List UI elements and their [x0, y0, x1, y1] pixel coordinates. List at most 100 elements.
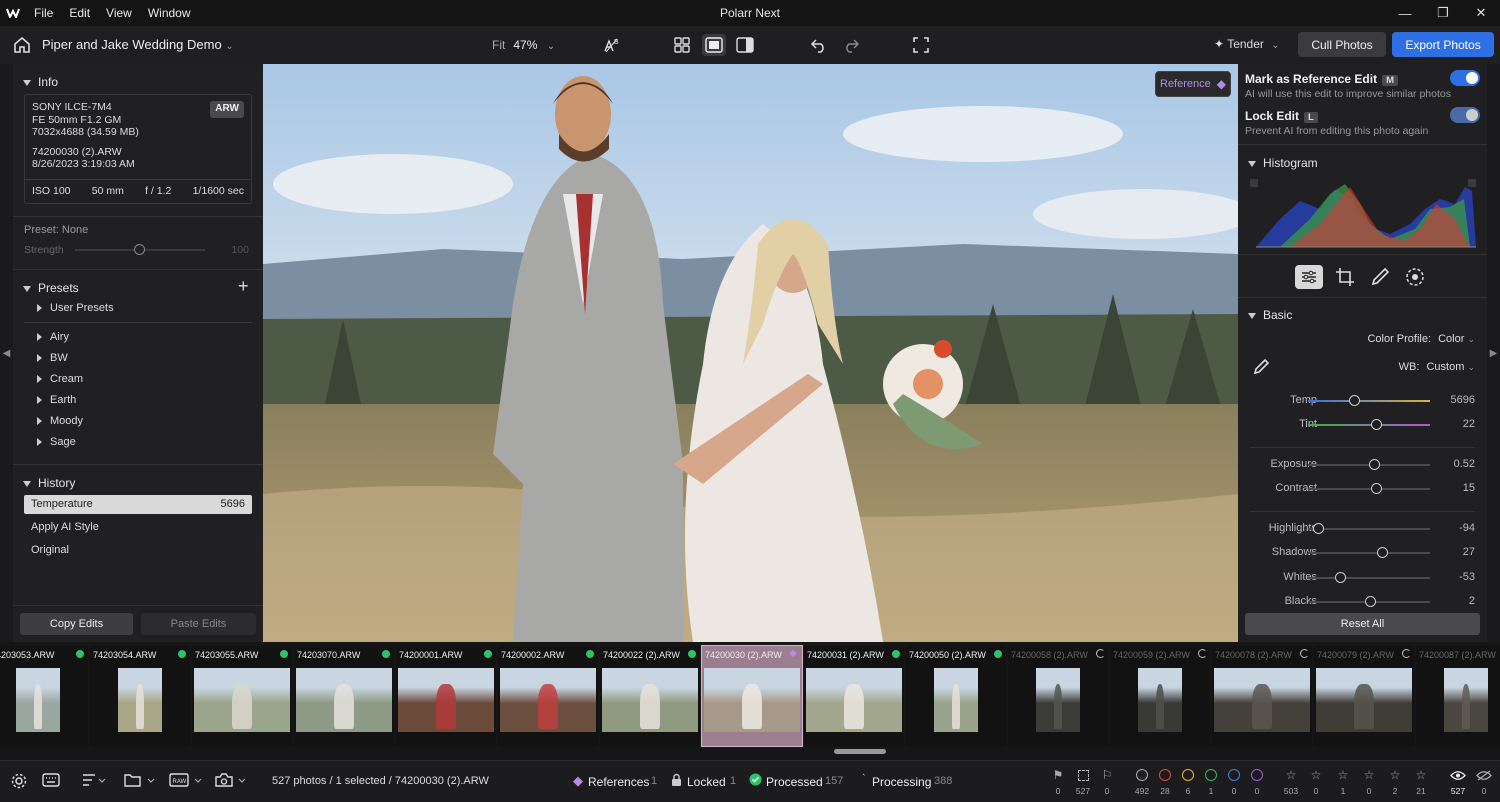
- mask-tab-icon[interactable]: [1405, 267, 1425, 287]
- brush-tab-icon[interactable]: [1370, 267, 1390, 287]
- visibility-filter-visible[interactable]: 527: [1447, 767, 1469, 796]
- filmstrip-thumbnail[interactable]: 74200050 (2).ARW: [906, 646, 1006, 746]
- slider-contrast[interactable]: Contrast 15: [1238, 481, 1487, 497]
- sort-icon[interactable]: [82, 773, 106, 790]
- color-filter-blue[interactable]: 0: [1223, 767, 1245, 796]
- copy-edits-button[interactable]: Copy Edits: [20, 613, 133, 635]
- processed-label[interactable]: Processed: [766, 775, 823, 789]
- processing-label[interactable]: Processing: [872, 775, 931, 789]
- menu-file[interactable]: File: [34, 6, 53, 20]
- slider-shadows[interactable]: Shadows 27: [1238, 545, 1487, 561]
- collapse-right-icon[interactable]: ▶: [1487, 64, 1500, 642]
- rating-filter-4[interactable]: ☆ 1: [1332, 767, 1354, 796]
- collapse-left-icon[interactable]: ◀: [0, 64, 13, 642]
- filmstrip-thumbnail[interactable]: 74203054.ARW: [90, 646, 190, 746]
- rating-filter-5[interactable]: ☆ 0: [1305, 767, 1327, 796]
- compare-ab-icon[interactable]: B: [602, 35, 622, 55]
- preset-folder-airy[interactable]: Airy: [37, 331, 69, 343]
- paste-edits-button[interactable]: Paste Edits: [141, 613, 256, 635]
- maximize-icon[interactable]: ❐: [1424, 0, 1462, 26]
- export-photos-button[interactable]: Export Photos: [1392, 32, 1494, 57]
- grid-view-icon[interactable]: [672, 35, 692, 55]
- camera-icon[interactable]: [215, 773, 249, 790]
- slider-exposure[interactable]: Exposure 0.52: [1238, 457, 1487, 473]
- filmstrip-thumbnail[interactable]: 74203055.ARW: [192, 646, 292, 746]
- crop-tab-icon[interactable]: [1335, 267, 1355, 287]
- filmstrip-thumbnail[interactable]: 74200059 (2).ARW: [1110, 646, 1210, 746]
- color-filter-yellow[interactable]: 6: [1177, 767, 1199, 796]
- rating-filter-3[interactable]: ☆ 0: [1358, 767, 1380, 796]
- slider-thumb[interactable]: [1334, 572, 1346, 583]
- home-icon[interactable]: [12, 35, 32, 55]
- slider-thumb[interactable]: [1377, 547, 1389, 558]
- histogram-section-header[interactable]: Histogram: [1248, 156, 1318, 170]
- eyedropper-icon[interactable]: [1252, 358, 1270, 376]
- photo-preview[interactable]: [263, 64, 1238, 642]
- filmstrip-thumbnail[interactable]: 74200001.ARW: [396, 646, 496, 746]
- locked-label[interactable]: Locked: [687, 775, 726, 789]
- history-section-header[interactable]: History: [23, 476, 75, 490]
- filmstrip-thumbnail[interactable]: 74200087 (2).ARW: [1416, 646, 1500, 746]
- filmstrip-thumbnail[interactable]: 74200030 (2).ARW ◆: [701, 645, 803, 747]
- slider-temp[interactable]: Temp 5696: [1238, 393, 1487, 409]
- slider-thumb[interactable]: [1371, 419, 1383, 430]
- color-profile-selector[interactable]: Color Profile: Color ⌄: [1367, 333, 1475, 345]
- settings-icon[interactable]: [11, 773, 27, 792]
- color-filter-purple[interactable]: 0: [1246, 767, 1268, 796]
- preset-folder-sage[interactable]: Sage: [37, 436, 76, 448]
- slider-whites[interactable]: Whites -53: [1238, 570, 1487, 586]
- rating-filter-1[interactable]: ☆ 21: [1410, 767, 1432, 796]
- slider-thumb[interactable]: [1312, 523, 1324, 534]
- undo-icon[interactable]: [809, 35, 829, 55]
- slider-track[interactable]: [1308, 528, 1430, 530]
- filmstrip-scrollbar[interactable]: [834, 749, 886, 754]
- split-view-icon[interactable]: [735, 35, 755, 55]
- strength-slider-thumb[interactable]: [134, 244, 145, 255]
- filmstrip-thumbnail[interactable]: 74200058 (2).ARW: [1008, 646, 1108, 746]
- filmstrip-thumbnail[interactable]: 74203053.ARW: [0, 646, 88, 746]
- color-filter-red[interactable]: 28: [1154, 767, 1176, 796]
- adjust-tab-icon[interactable]: [1295, 265, 1323, 289]
- flag-filter-flagged[interactable]: ⚑ 0: [1047, 767, 1069, 796]
- zoom-control[interactable]: Fit 47% ⌄: [492, 38, 555, 52]
- reset-all-button[interactable]: Reset All: [1245, 613, 1480, 635]
- history-item[interactable]: Original: [24, 541, 252, 560]
- preset-folder-bw[interactable]: BW: [37, 352, 68, 364]
- color-filter-none[interactable]: 492: [1131, 767, 1153, 796]
- menu-view[interactable]: View: [106, 6, 132, 20]
- slider-thumb[interactable]: [1349, 395, 1361, 406]
- presets-section-header[interactable]: Presets: [23, 281, 79, 295]
- slider-thumb[interactable]: [1365, 596, 1377, 607]
- slider-blacks[interactable]: Blacks 2: [1238, 594, 1487, 610]
- preset-folder-cream[interactable]: Cream: [37, 373, 83, 385]
- cull-photos-button[interactable]: Cull Photos: [1298, 32, 1386, 57]
- filmstrip-thumbnail[interactable]: 74200022 (2).ARW: [600, 646, 700, 746]
- raw-filter-icon[interactable]: RAW: [169, 773, 205, 790]
- basic-section-header[interactable]: Basic: [1248, 308, 1292, 322]
- lock-edit-toggle[interactable]: [1450, 107, 1480, 123]
- slider-tint[interactable]: Tint22: [1238, 417, 1487, 433]
- mark-reference-toggle[interactable]: [1450, 70, 1480, 86]
- slider-track[interactable]: [1308, 577, 1430, 579]
- filmstrip-thumbnail[interactable]: 74203070.ARW: [294, 646, 394, 746]
- history-item[interactable]: Temperature 5696: [24, 495, 252, 514]
- album-selector[interactable]: Piper and Jake Wedding Demo ⌄: [42, 37, 234, 52]
- filmstrip-thumbnail[interactable]: 74200031 (2).ARW: [804, 646, 904, 746]
- redo-icon[interactable]: [841, 35, 861, 55]
- slider-track[interactable]: [1308, 488, 1430, 490]
- folder-icon[interactable]: [124, 773, 156, 790]
- slider-thumb[interactable]: [1371, 483, 1383, 494]
- minimize-icon[interactable]: —: [1386, 0, 1424, 26]
- keyboard-icon[interactable]: [42, 773, 60, 790]
- menu-window[interactable]: Window: [148, 6, 191, 20]
- flag-filter-rejected[interactable]: ⚐ 0: [1096, 767, 1118, 796]
- slider-track[interactable]: [1308, 424, 1430, 426]
- color-filter-green[interactable]: 1: [1200, 767, 1222, 796]
- single-view-icon[interactable]: [702, 34, 726, 56]
- preset-folder-user[interactable]: User Presets: [37, 302, 114, 314]
- filmstrip-thumbnail[interactable]: 74200002.ARW: [498, 646, 598, 746]
- ai-style-selector[interactable]: ✦ Tender ⌄: [1214, 37, 1280, 51]
- visibility-filter-hidden[interactable]: 0: [1473, 767, 1495, 796]
- references-label[interactable]: References: [588, 775, 649, 789]
- preset-folder-earth[interactable]: Earth: [37, 394, 76, 406]
